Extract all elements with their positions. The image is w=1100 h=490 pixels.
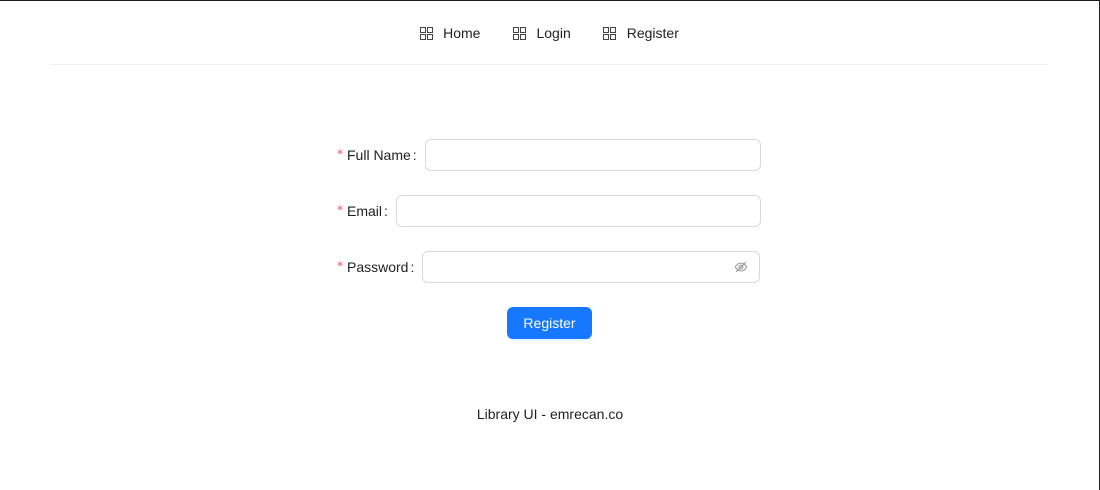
- full-name-label: * Full Name :: [337, 147, 425, 163]
- full-name-input[interactable]: [424, 139, 761, 171]
- email-row: * Email :: [337, 195, 761, 227]
- nav-item-register[interactable]: Register: [587, 1, 695, 65]
- appstore-icon: [512, 26, 526, 40]
- required-mark: *: [337, 147, 343, 161]
- password-row: * Password :: [337, 251, 761, 283]
- nav-item-label: Login: [536, 25, 571, 41]
- nav-item-home[interactable]: Home: [403, 1, 496, 65]
- email-label-text: Email: [347, 203, 383, 219]
- label-colon: :: [410, 259, 415, 275]
- label-colon: :: [412, 147, 417, 163]
- nav-item-login[interactable]: Login: [496, 1, 586, 65]
- nav-item-label: Register: [626, 25, 679, 41]
- required-mark: *: [337, 259, 343, 273]
- label-colon: :: [384, 203, 388, 219]
- nav-item-label: Home: [443, 25, 481, 41]
- email-input[interactable]: [395, 195, 761, 227]
- footer-text: Library UI - emrecan.co: [476, 406, 624, 422]
- register-submit-button[interactable]: Register: [507, 307, 592, 339]
- password-label-text: Password: [347, 259, 409, 275]
- email-label: * Email :: [337, 203, 396, 219]
- header: Home Login Register: [50, 1, 1048, 65]
- app-window: Home Login Register * Full Name : * Emai…: [0, 0, 1100, 490]
- full-name-label-text: Full Name: [347, 147, 411, 163]
- top-nav-menu: Home Login Register: [50, 1, 1048, 65]
- password-input[interactable]: [423, 252, 714, 282]
- eye-invisible-icon[interactable]: [734, 260, 748, 274]
- password-label: * Password :: [337, 259, 422, 275]
- appstore-icon: [419, 26, 433, 40]
- required-mark: *: [337, 203, 343, 217]
- appstore-icon: [603, 26, 617, 40]
- full-name-row: * Full Name :: [337, 139, 761, 171]
- password-field: [422, 251, 761, 283]
